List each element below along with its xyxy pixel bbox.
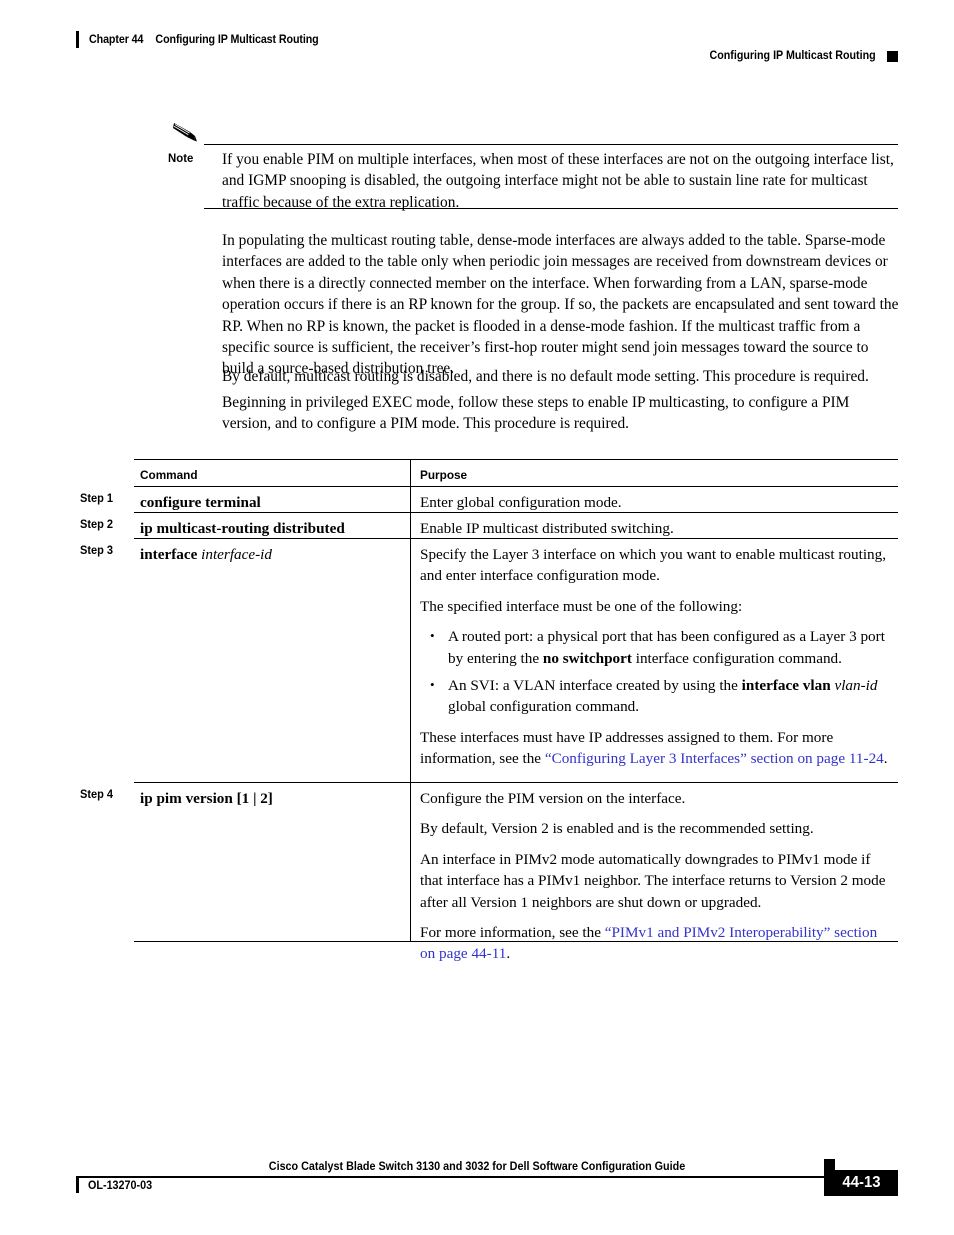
purpose-paragraph: The specified interface must be one of t… bbox=[420, 597, 743, 615]
purpose-cell: Specify the Layer 3 interface on which y… bbox=[420, 544, 894, 770]
column-header-command: Command bbox=[140, 468, 198, 482]
note-label: Note bbox=[168, 151, 194, 165]
footer-left-bar bbox=[76, 1177, 79, 1193]
command-options: [1 | 2] bbox=[236, 790, 273, 807]
command-cell: ip pim version [1 | 2] bbox=[140, 788, 402, 809]
footer-page-number: 44-13 bbox=[824, 1170, 898, 1196]
footer-rule bbox=[76, 1176, 860, 1178]
footer-page-number-text: 44-13 bbox=[841, 1174, 881, 1191]
command-argument: interface-id bbox=[201, 546, 272, 563]
bullet-text-post: interface configuration command. bbox=[631, 649, 842, 667]
table-column-divider bbox=[410, 459, 412, 941]
footer-guide-title: Cisco Catalyst Blade Switch 3130 and 303… bbox=[268, 1160, 686, 1173]
body-paragraph-3: Beginning in privileged EXEC mode, follo… bbox=[222, 394, 850, 433]
note-text: If you enable PIM on multiple interfaces… bbox=[222, 151, 894, 211]
purpose-cell: Enter global configuration mode. bbox=[420, 492, 894, 513]
purpose-cell: Enable IP multicast distributed switchin… bbox=[420, 518, 894, 539]
bullet-text-pre: An SVI: a VLAN interface created by usin… bbox=[448, 677, 742, 695]
header-left-bar bbox=[76, 31, 79, 48]
header-running-head: Configuring IP Multicast Routing bbox=[709, 50, 876, 62]
body-paragraph-2: By default, multicast routing is disable… bbox=[222, 368, 869, 385]
purpose-paragraph: By default, Version 2 is enabled and is … bbox=[420, 820, 814, 838]
purpose-paragraph: Specify the Layer 3 interface on which y… bbox=[420, 546, 887, 585]
footer-square-marker bbox=[824, 1159, 835, 1170]
bullet-text-post: global configuration command. bbox=[448, 698, 640, 716]
page-header-right: Configuring IP Multicast Routing bbox=[697, 50, 898, 62]
header-chapter: Chapter 44 Configuring IP Multicast Routi… bbox=[89, 34, 319, 46]
bullet-text-italic: vlan-id bbox=[834, 677, 878, 695]
list-item: An SVI: a VLAN interface created by usin… bbox=[420, 674, 894, 718]
closing-text-pre: For more information, see the bbox=[420, 924, 605, 942]
list-item: A routed port: a physical port that has … bbox=[420, 625, 894, 669]
cross-reference-link[interactable]: “Configuring Layer 3 Interfaces” section… bbox=[545, 750, 884, 767]
note-rule-top bbox=[204, 144, 898, 146]
note-rule-bottom bbox=[204, 208, 898, 210]
purpose-paragraph: Enable IP multicast distributed switchin… bbox=[420, 520, 674, 537]
page-header-left: Chapter 44 Configuring IP Multicast Routi… bbox=[76, 31, 336, 48]
header-chapter-title: Configuring IP Multicast Routing bbox=[155, 33, 319, 46]
step-label: Step 1 bbox=[80, 492, 114, 505]
purpose-bullet-list: A routed port: a physical port that has … bbox=[420, 625, 894, 718]
command-keyword: interface bbox=[140, 546, 198, 563]
closing-text-post: . bbox=[883, 750, 888, 768]
bullet-text-bold: no switchport bbox=[542, 649, 632, 667]
purpose-paragraph: Configure the PIM version on the interfa… bbox=[420, 790, 686, 807]
step-label: Step 4 bbox=[80, 788, 114, 801]
closing-text-post: . bbox=[506, 945, 511, 963]
command-keyword: ip pim version bbox=[140, 790, 233, 807]
purpose-closing-paragraph: For more information, see the “PIMv1 and… bbox=[420, 922, 894, 965]
body-paragraph-1: In populating the multicast routing tabl… bbox=[222, 232, 899, 378]
column-header-purpose: Purpose bbox=[420, 468, 468, 482]
purpose-cell: Configure the PIM version on the interfa… bbox=[420, 788, 894, 965]
command-cell: interface interface-id bbox=[140, 544, 402, 565]
footer-left: OL-13270-03 bbox=[76, 1177, 157, 1193]
table-rule-top bbox=[134, 459, 898, 461]
table-rule-row3-bottom bbox=[134, 782, 898, 784]
command-cell: ip multicast-routing distributed bbox=[140, 520, 345, 537]
command-cell: configure terminal bbox=[140, 494, 261, 511]
step-label: Step 2 bbox=[80, 518, 114, 531]
purpose-paragraph: An interface in PIMv2 mode automatically… bbox=[420, 850, 886, 911]
header-chapter-number: Chapter 44 bbox=[89, 33, 144, 46]
footer-document-id: OL-13270-03 bbox=[88, 1178, 153, 1192]
pencil-icon bbox=[173, 123, 197, 142]
step-label: Step 3 bbox=[80, 544, 114, 557]
purpose-closing-paragraph: These interfaces must have IP addresses … bbox=[420, 727, 894, 770]
header-square-marker bbox=[887, 50, 898, 62]
purpose-paragraph: Enter global configuration mode. bbox=[420, 494, 622, 511]
bullet-text-bold: interface vlan bbox=[741, 677, 831, 695]
